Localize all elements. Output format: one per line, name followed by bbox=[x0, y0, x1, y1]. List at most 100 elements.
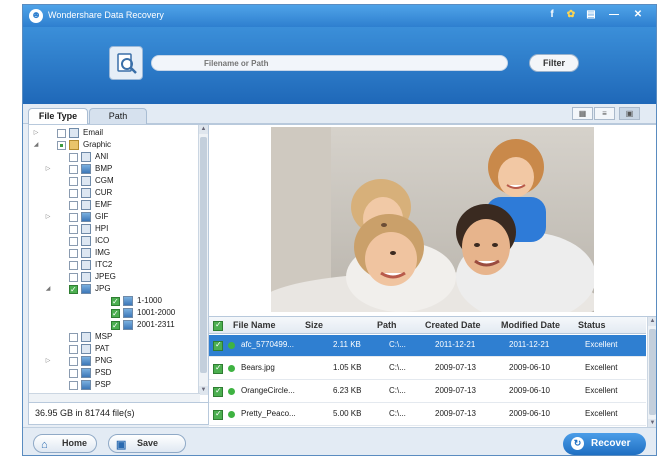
img-file-icon bbox=[123, 296, 133, 306]
tree-checkbox[interactable] bbox=[69, 369, 78, 378]
table-row[interactable]: OrangeCircle... 6.23 KB C:\... 2009-07-13 20… bbox=[209, 381, 646, 403]
tree-checkbox[interactable] bbox=[69, 225, 78, 234]
scan-summary: 36.95 GB in 81744 file(s) bbox=[28, 403, 209, 425]
tree-checkbox[interactable] bbox=[69, 333, 78, 342]
tree-checkbox[interactable] bbox=[111, 320, 120, 332]
tree-checkbox[interactable] bbox=[69, 189, 78, 198]
tree-checkbox[interactable] bbox=[69, 357, 78, 366]
tree-item-label: PNG bbox=[95, 356, 113, 365]
tree-checkbox[interactable] bbox=[69, 153, 78, 162]
tree-item-label: GIF bbox=[95, 212, 109, 221]
tree-expander-icon[interactable]: ◢ bbox=[32, 139, 40, 151]
search-band: Filter bbox=[23, 27, 656, 104]
tree-item[interactable]: PAT bbox=[29, 343, 199, 355]
tree-item[interactable]: ◢ JPG bbox=[29, 283, 199, 296]
tree-checkbox[interactable] bbox=[57, 141, 66, 150]
select-all-checkbox[interactable] bbox=[213, 320, 223, 331]
tree-checkbox[interactable] bbox=[69, 249, 78, 258]
home-button[interactable]: ⌂ Home bbox=[33, 434, 97, 453]
tree-checkbox[interactable] bbox=[69, 201, 78, 210]
preview-view-icon[interactable]: ▣ bbox=[619, 107, 640, 120]
tree-item[interactable]: ITC2 bbox=[29, 259, 199, 271]
tree-checkbox[interactable] bbox=[69, 345, 78, 354]
tree-item[interactable]: ▷ PNG bbox=[29, 355, 199, 367]
skin-icon[interactable]: ✿ bbox=[564, 8, 578, 22]
tree-item-label: MSP bbox=[95, 332, 113, 341]
tree-item[interactable]: ▷ GIF bbox=[29, 211, 199, 223]
row-checkbox[interactable] bbox=[213, 363, 223, 374]
tree-item[interactable]: ◢ Graphic bbox=[29, 139, 199, 151]
filter-button[interactable]: Filter bbox=[529, 54, 579, 72]
search-file-icon[interactable] bbox=[109, 46, 143, 80]
status-dot-icon bbox=[228, 342, 235, 349]
tree-checkbox[interactable] bbox=[69, 381, 78, 390]
tree-checkbox[interactable] bbox=[111, 296, 120, 308]
tree-checkbox[interactable] bbox=[69, 273, 78, 282]
tree-item[interactable]: PSD bbox=[29, 367, 199, 379]
close-button[interactable]: ✕ bbox=[631, 8, 645, 22]
tree-checkbox[interactable] bbox=[69, 261, 78, 270]
tree-item[interactable]: MSP bbox=[29, 331, 199, 343]
tree-checkbox[interactable] bbox=[69, 165, 78, 174]
search-input[interactable] bbox=[151, 55, 508, 71]
tree-horizontal-scrollbar[interactable] bbox=[29, 393, 200, 402]
table-row[interactable]: afc_5770499... 2.11 KB C:\... 2011-12-21 201… bbox=[209, 335, 646, 357]
tree-item-label: JPEG bbox=[95, 272, 116, 281]
table-row[interactable]: Bears.jpg 1.05 KB C:\... 2009-07-13 2009-06-… bbox=[209, 358, 646, 380]
tree-checkbox[interactable] bbox=[69, 284, 78, 296]
scroll-down-icon[interactable]: ▼ bbox=[648, 419, 656, 427]
tree-expander-icon[interactable]: ▷ bbox=[44, 211, 52, 223]
menu-icon[interactable]: ▤ bbox=[584, 8, 598, 22]
list-view-icon[interactable]: ≡ bbox=[594, 107, 615, 120]
tree-checkbox[interactable] bbox=[57, 129, 66, 138]
row-checkbox[interactable] bbox=[213, 340, 223, 351]
minimize-button[interactable]: — bbox=[607, 8, 621, 22]
scroll-up-icon[interactable]: ▲ bbox=[199, 125, 208, 134]
tree-item[interactable]: HPI bbox=[29, 223, 199, 235]
tree-checkbox[interactable] bbox=[69, 213, 78, 222]
thumbnail-view-icon[interactable]: ▦ bbox=[572, 107, 593, 120]
save-button[interactable]: ▣ Save bbox=[108, 434, 186, 453]
scrollbar-thumb[interactable] bbox=[649, 329, 656, 415]
tree-item[interactable]: 1001-2000 bbox=[29, 307, 199, 320]
file-type-tree: ▷ Email ◢ Graphic ANI ▷ BMP CGM CUR EMF ▷ GIF HPI ICO… bbox=[28, 124, 209, 403]
tree-vertical-scrollbar[interactable]: ▲ ▼ bbox=[198, 125, 208, 395]
scroll-up-icon[interactable]: ▲ bbox=[648, 317, 656, 326]
tree-expander-icon[interactable]: ▷ bbox=[44, 163, 52, 175]
column-header-path[interactable]: Path bbox=[377, 320, 397, 330]
row-checkbox[interactable] bbox=[213, 386, 223, 397]
table-vertical-scrollbar[interactable]: ▲ ▼ bbox=[647, 317, 656, 427]
tab-path[interactable]: Path bbox=[89, 108, 147, 124]
tree-expander-icon[interactable]: ▷ bbox=[32, 127, 40, 139]
tree-item[interactable]: EMF bbox=[29, 199, 199, 211]
table-row[interactable]: Pretty_Peaco... 5.00 KB C:\... 2009-07-13 20… bbox=[209, 404, 646, 426]
tree-item[interactable]: ANI bbox=[29, 151, 199, 163]
tree-item[interactable]: ▷ Email bbox=[29, 127, 199, 139]
tree-item[interactable]: 1-1000 bbox=[29, 295, 199, 308]
tree-expander-icon[interactable]: ◢ bbox=[44, 283, 52, 295]
tree-checkbox[interactable] bbox=[69, 177, 78, 186]
tree-expander-icon[interactable]: ▷ bbox=[44, 355, 52, 367]
tree-item[interactable]: JPEG bbox=[29, 271, 199, 283]
column-header-file-name[interactable]: File Name bbox=[233, 320, 276, 330]
row-checkbox[interactable] bbox=[213, 409, 223, 420]
tree-item[interactable]: PSP bbox=[29, 379, 199, 391]
tree-checkbox[interactable] bbox=[111, 308, 120, 320]
column-header-size[interactable]: Size bbox=[305, 320, 323, 330]
tree-checkbox[interactable] bbox=[69, 237, 78, 246]
column-header-created-date[interactable]: Created Date bbox=[425, 320, 481, 330]
scroll-down-icon[interactable]: ▼ bbox=[199, 386, 208, 395]
facebook-icon[interactable]: f bbox=[545, 8, 559, 22]
cell-path: C:\... bbox=[389, 340, 406, 349]
tree-item[interactable]: IMG bbox=[29, 247, 199, 259]
column-header-status[interactable]: Status bbox=[578, 320, 606, 330]
tree-item[interactable]: ▷ BMP bbox=[29, 163, 199, 175]
tree-item[interactable]: ICO bbox=[29, 235, 199, 247]
column-header-modified-date[interactable]: Modified Date bbox=[501, 320, 560, 330]
recover-button[interactable]: ↻ Recover bbox=[563, 433, 646, 455]
scrollbar-thumb[interactable] bbox=[200, 137, 207, 373]
tab-file-type[interactable]: File Type bbox=[28, 108, 88, 124]
tree-item[interactable]: 2001-2311 bbox=[29, 319, 199, 332]
tree-item[interactable]: CUR bbox=[29, 187, 199, 199]
tree-item[interactable]: CGM bbox=[29, 175, 199, 187]
